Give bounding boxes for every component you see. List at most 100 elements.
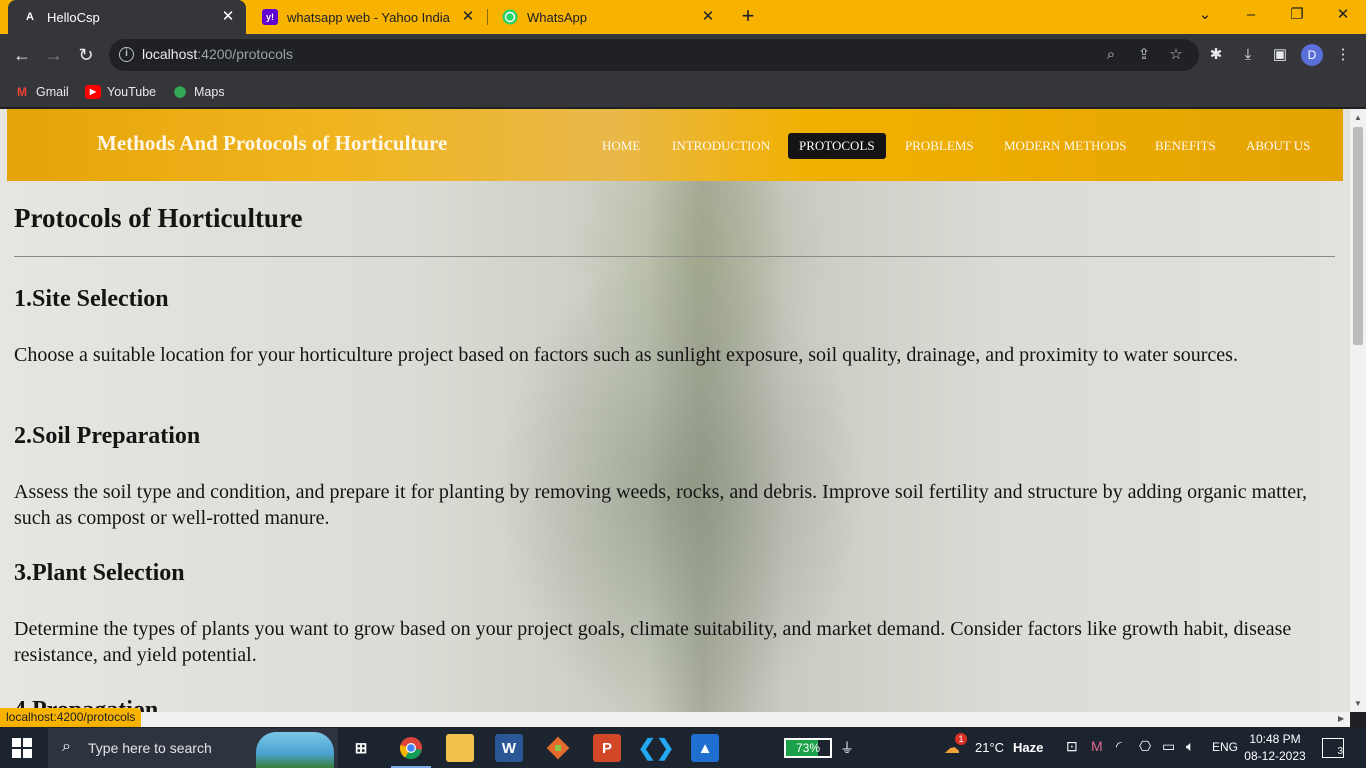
site-info-icon[interactable]: i xyxy=(119,47,134,62)
horizontal-scrollbar[interactable]: ▶ xyxy=(0,712,1350,727)
vertical-scrollbar[interactable]: ▲ ▼ xyxy=(1350,109,1366,712)
url-path: :4200/protocols xyxy=(197,46,293,62)
section-body: Choose a suitable location for your hort… xyxy=(14,344,1238,366)
share-icon[interactable]: ⇪ xyxy=(1134,45,1154,65)
nav-benefits[interactable]: BENEFITS xyxy=(1144,133,1227,159)
page-title: Protocols of Horticulture xyxy=(14,203,303,233)
whatsapp-favicon-icon xyxy=(502,9,518,25)
window-close-icon[interactable]: ✕ xyxy=(1320,0,1366,30)
git-tool-icon[interactable] xyxy=(544,734,572,762)
youtube-icon: ▶ xyxy=(85,85,101,99)
tab-strip: A HelloCsp ✕ y! whatsapp web - Yahoo Ind… xyxy=(0,0,1366,34)
language-indicator[interactable]: ENG xyxy=(1212,740,1238,754)
bookmarks-bar: M Gmail ▶ YouTube ⬤ Maps xyxy=(0,76,1366,108)
network-device-icon[interactable]: ⎔ xyxy=(1139,738,1151,755)
device-icon[interactable]: ⊡ xyxy=(1066,738,1078,755)
tab-whatsapp[interactable]: WhatsApp ✕ xyxy=(488,0,726,34)
weather-condition[interactable]: Haze xyxy=(1013,740,1043,755)
volume-icon[interactable]: 🔈︎ xyxy=(1186,738,1194,755)
chrome-icon[interactable] xyxy=(391,734,431,768)
photos-icon[interactable]: ▲ xyxy=(691,734,719,762)
bookmark-star-icon[interactable]: ☆ xyxy=(1166,45,1186,65)
clock-time: 10:48 PM xyxy=(1249,732,1301,746)
back-arrow-icon[interactable]: ← xyxy=(9,42,35,68)
close-icon[interactable]: ✕ xyxy=(700,9,716,25)
close-icon[interactable]: ✕ xyxy=(220,9,236,25)
weather-badge: 1 xyxy=(955,733,967,745)
section-heading: 3.Plant Selection xyxy=(14,560,185,586)
scroll-down-arrow-icon[interactable]: ▼ xyxy=(1354,699,1362,708)
nav-about-us[interactable]: ABOUT US xyxy=(1235,133,1321,159)
windows-start-icon[interactable] xyxy=(12,738,32,758)
bookmark-gmail[interactable]: M Gmail xyxy=(14,82,69,102)
tab-hellocsp[interactable]: A HelloCsp ✕ xyxy=(8,0,246,34)
wifi-icon[interactable]: ◜ xyxy=(1116,738,1121,755)
browser-toolbar: ← → ↻ i localhost:4200/protocols ⌕ ⇪ ☆ ✱… xyxy=(0,34,1366,76)
vscode-icon[interactable]: ❮❯ xyxy=(638,734,675,762)
taskbar-search[interactable]: ⌕ Type here to search xyxy=(48,728,338,768)
search-icon: ⌕ xyxy=(62,738,71,755)
nav-problems[interactable]: PROBLEMS xyxy=(894,133,985,159)
address-bar[interactable]: i localhost:4200/protocols ⌕ ⇪ ☆ xyxy=(109,39,1199,71)
clock-date: 08-12-2023 xyxy=(1244,749,1306,763)
zoom-icon[interactable]: ⌕ xyxy=(1101,45,1121,65)
maps-pin-icon: ⬤ xyxy=(173,86,187,98)
word-icon[interactable]: W xyxy=(495,734,523,762)
power-plug-icon: ⏚ xyxy=(840,740,854,756)
title-divider xyxy=(14,256,1335,257)
extensions-puzzle-icon[interactable]: ✱ xyxy=(1206,45,1226,65)
tab-yahoo-search[interactable]: y! whatsapp web - Yahoo India Sear ✕ xyxy=(248,0,486,34)
reload-icon[interactable]: ↻ xyxy=(73,42,99,68)
system-clock[interactable]: 10:48 PM 08-12-2023 xyxy=(1244,731,1306,765)
file-explorer-icon[interactable] xyxy=(446,734,474,762)
new-tab-plus-icon[interactable]: + xyxy=(737,5,759,28)
scroll-up-arrow-icon[interactable]: ▲ xyxy=(1354,113,1362,122)
windows-taskbar: ⌕ Type here to search ⊞ W P ❮❯ ▲ 73% ⏚ ☁… xyxy=(0,728,1366,768)
tab-title: HelloCsp xyxy=(47,9,100,25)
bookmark-youtube[interactable]: ▶ YouTube xyxy=(85,82,156,102)
nav-modern-methods[interactable]: MODERN METHODS xyxy=(993,133,1137,159)
downloads-icon[interactable]: ⤓ xyxy=(1238,45,1258,65)
bookmark-label: Gmail xyxy=(36,85,69,99)
site-header: Methods And Protocols of Horticulture HO… xyxy=(7,109,1343,181)
bookmark-maps[interactable]: ⬤ Maps xyxy=(172,82,225,102)
minimize-icon[interactable]: – xyxy=(1228,0,1274,30)
profile-avatar[interactable]: D xyxy=(1301,44,1323,66)
url-host: localhost xyxy=(142,46,198,62)
search-highlight-art xyxy=(256,732,334,768)
side-panel-icon[interactable]: ▣ xyxy=(1270,45,1290,65)
antivirus-icon[interactable]: M xyxy=(1091,738,1103,754)
yahoo-favicon-icon: y! xyxy=(262,9,278,25)
battery-tray-icon[interactable]: ▭ xyxy=(1162,738,1175,755)
notification-center-icon[interactable]: 3 xyxy=(1322,738,1344,758)
notification-count: 3 xyxy=(1337,746,1343,757)
battery-percent: 73% xyxy=(795,741,821,755)
nav-home[interactable]: HOME xyxy=(591,133,651,159)
scrollbar-thumb[interactable] xyxy=(1353,127,1363,345)
bookmark-label: Maps xyxy=(194,85,225,99)
task-view-icon[interactable]: ⊞ xyxy=(347,734,375,762)
battery-indicator[interactable]: 73% xyxy=(784,738,832,758)
restore-icon[interactable]: ❐ xyxy=(1274,0,1320,30)
section-heading: 2.Soil Preparation xyxy=(14,423,201,449)
gmail-icon: M xyxy=(17,85,27,99)
section-heading: 1.Site Selection xyxy=(14,286,169,312)
section-body: Determine the types of plants you want t… xyxy=(14,618,1292,666)
menu-kebab-icon[interactable]: ⋮ xyxy=(1333,45,1353,65)
nav-protocols[interactable]: PROTOCOLS xyxy=(788,133,886,159)
link-status-bubble: localhost:4200/protocols xyxy=(0,708,142,727)
tab-title: whatsapp web - Yahoo India Sear xyxy=(287,9,450,25)
address-url[interactable]: localhost:4200/protocols xyxy=(142,46,293,62)
search-placeholder: Type here to search xyxy=(88,740,212,756)
bookmark-label: YouTube xyxy=(107,85,157,99)
tab-search-chevron-icon[interactable]: ⌄ xyxy=(1182,0,1228,30)
site-brand[interactable]: Methods And Protocols of Horticulture xyxy=(97,131,447,156)
section-body: Assess the soil type and condition, and … xyxy=(14,481,1307,529)
powerpoint-icon[interactable]: P xyxy=(593,734,621,762)
nav-introduction[interactable]: INTRODUCTION xyxy=(661,133,781,159)
close-icon[interactable]: ✕ xyxy=(460,9,476,25)
weather-temp[interactable]: 21°C xyxy=(975,740,1004,755)
forward-arrow-icon[interactable]: → xyxy=(41,42,67,68)
angular-favicon-icon: A xyxy=(26,11,34,23)
scroll-right-arrow-icon[interactable]: ▶ xyxy=(1338,714,1344,723)
